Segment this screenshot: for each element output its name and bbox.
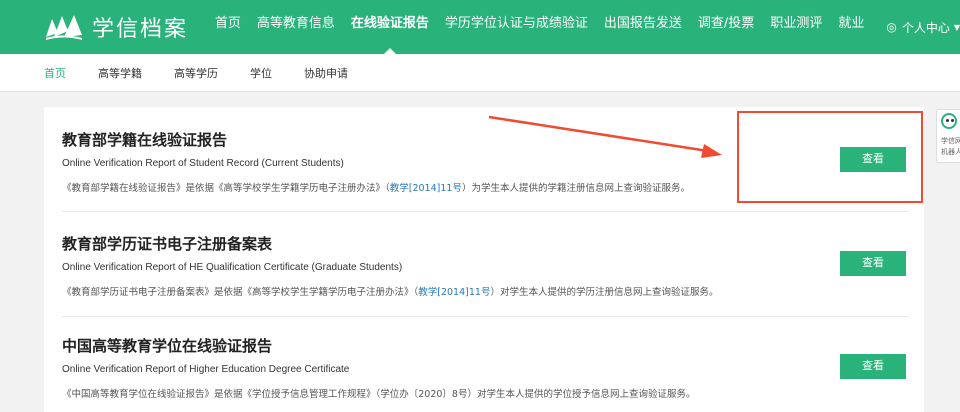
robot-icon bbox=[941, 113, 957, 129]
robot-label-line: 学信网 bbox=[941, 137, 960, 145]
annotation-arrow-icon bbox=[488, 115, 722, 158]
robot-label-line: 机器人 bbox=[941, 148, 960, 156]
chat-robot-widget[interactable]: 学信网 机器人 bbox=[936, 109, 960, 163]
robot-label: 学信网 机器人 bbox=[941, 136, 960, 158]
